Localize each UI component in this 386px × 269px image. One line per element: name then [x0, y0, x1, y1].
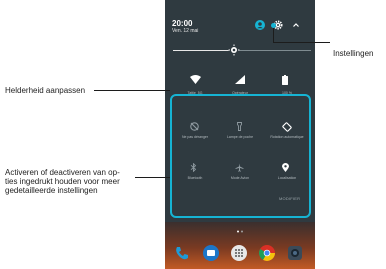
battery-icon [282, 75, 288, 85]
chrome-app-icon[interactable] [259, 245, 275, 261]
brightness-icon[interactable] [228, 44, 240, 56]
tiles-highlight-box [170, 94, 311, 218]
brightness-callout-label: Helderheid aanpassen [5, 86, 86, 95]
toggles-callout-line3: gedetailleerde instellingen [5, 186, 98, 195]
status-header: 20:00 Ven. 12 mai [165, 0, 315, 34]
toggles-callout-line1: Activeren of deactiveren van op- [5, 168, 120, 177]
settings-callout-line [273, 42, 330, 43]
toggles-callout-line [135, 177, 170, 178]
brightness-slider[interactable] [173, 50, 311, 51]
camera-app-icon[interactable] [287, 245, 303, 261]
page-indicator [237, 230, 243, 233]
brightness-slider-fill [173, 50, 231, 51]
wifi-icon [190, 75, 201, 84]
status-time: 20:00 [172, 19, 193, 28]
status-date: Ven. 12 mai [172, 28, 199, 34]
app-drawer-icon[interactable] [231, 245, 247, 261]
brightness-callout-line [94, 90, 170, 91]
phone-app-icon[interactable] [173, 245, 189, 261]
user-icon[interactable] [255, 20, 265, 30]
settings-callout-label: Instellingen [333, 49, 374, 58]
messages-app-icon[interactable] [203, 245, 219, 261]
chevron-up-icon[interactable] [292, 21, 300, 29]
signal-icon [235, 75, 245, 84]
settings-callout-vline [273, 28, 274, 42]
toggles-callout-line2: ties ingedrukt houden voor meer [5, 177, 120, 186]
